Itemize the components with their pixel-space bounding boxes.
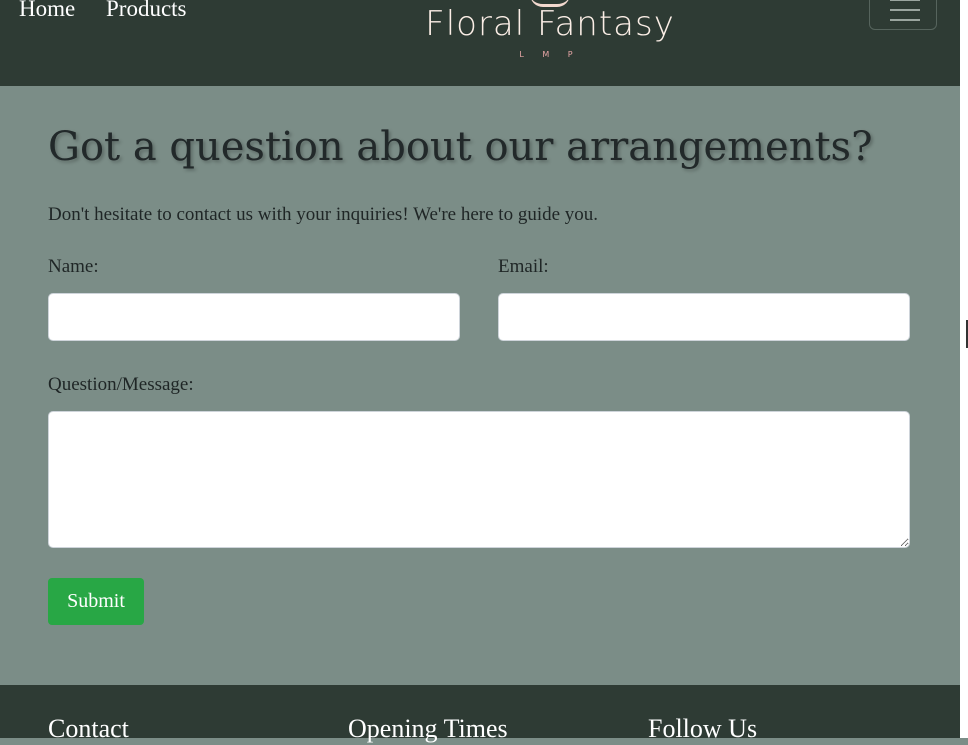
logo-title: Floral Fantasy [425,4,675,44]
name-input[interactable] [48,293,460,341]
site-logo[interactable]: Floral Fantasy L M P [420,0,680,70]
nav-home-link[interactable]: Home [19,0,75,24]
nav-products-link[interactable]: Products [106,0,187,24]
message-label: Question/Message: [48,374,194,395]
page-title: Got a question about our arrangements? [48,124,873,170]
logo-subtitle: L M P [519,50,581,59]
menu-toggle-button[interactable] [869,0,937,30]
scrollbar-track[interactable] [960,0,968,738]
footer-heading-contact: Contact [48,714,129,743]
site-header: Home Products Floral Fantasy L M P [0,0,960,86]
hamburger-bar [890,19,920,21]
contact-section: Got a question about our arrangements? D… [0,86,960,685]
email-input[interactable] [498,293,910,341]
footer-heading-opening-times: Opening Times [348,714,508,743]
submit-button[interactable]: Submit [48,578,144,625]
hamburger-bar [890,0,920,1]
intro-text: Don't hesitate to contact us with your i… [48,204,599,225]
footer-heading-follow-us: Follow Us [648,714,758,743]
site-footer: Contact Opening Times Follow Us [0,685,960,743]
hamburger-bar [890,9,920,11]
name-label: Name: [48,256,99,277]
message-textarea[interactable] [48,411,910,548]
email-label: Email: [498,256,549,277]
